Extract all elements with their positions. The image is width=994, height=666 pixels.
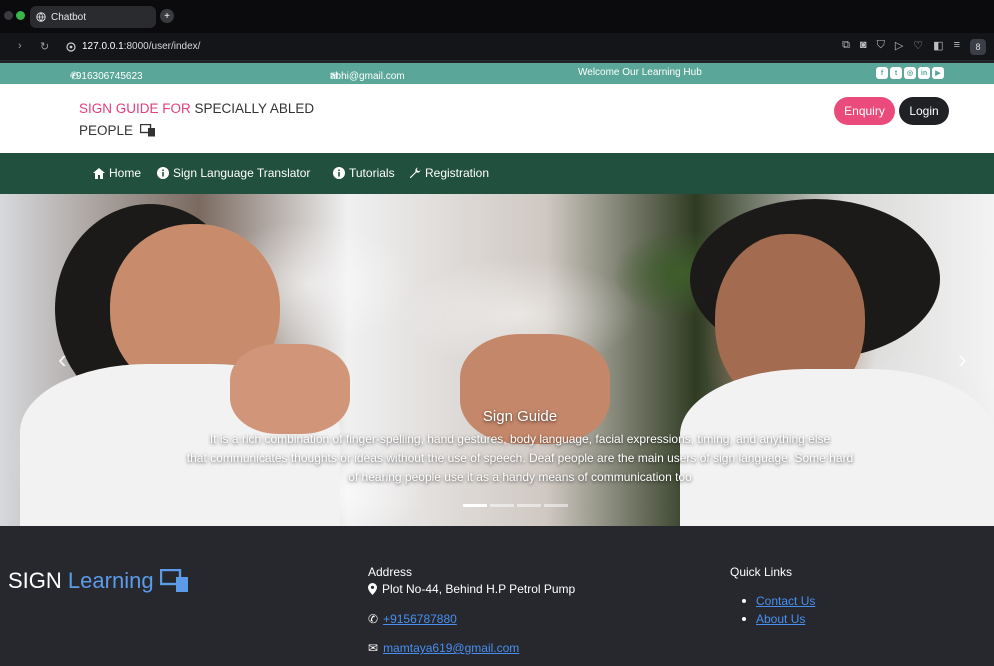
app-icon xyxy=(16,11,25,20)
site-info-icon[interactable] xyxy=(66,41,76,52)
site-brand[interactable]: SIGN GUIDE FOR SPECIALLY ABLED PEOPLE xyxy=(79,98,339,142)
contact-us-link[interactable]: Contact Us xyxy=(756,594,815,608)
carousel-indicators xyxy=(463,504,568,507)
forward-icon[interactable]: › xyxy=(18,40,22,52)
profile-avatar[interactable]: 8 xyxy=(970,39,986,55)
quick-link-item: About Us xyxy=(742,612,805,626)
facebook-icon[interactable]: f xyxy=(876,67,888,79)
url-path: :8000/user/index/ xyxy=(123,41,201,52)
about-us-link[interactable]: About Us xyxy=(756,612,805,626)
phone-number: +916306745623 xyxy=(70,71,143,82)
envelope-icon: ✉ xyxy=(368,641,379,655)
phone-icon: ✆ xyxy=(368,612,379,626)
map-marker-icon xyxy=(368,583,377,595)
caption-line: of hearing people use it as a handy mean… xyxy=(348,470,692,484)
quick-link-item: Contact Us xyxy=(742,594,815,608)
browser-tab-bar: Chatbot + xyxy=(0,0,994,33)
nav-item-label: Registration xyxy=(425,166,490,180)
main-navigation: Home Sign Language Translator Tutorials … xyxy=(0,153,994,194)
sidebar-icon[interactable]: ◧ xyxy=(933,39,943,55)
nav-item-label: Tutorials xyxy=(349,166,395,180)
hero-carousel: ‹ › Sign Guide It is a rich combination … xyxy=(0,194,994,526)
linkedin-icon[interactable]: in xyxy=(918,67,930,79)
caption-title: Sign Guide xyxy=(482,408,558,425)
address-heading: Address xyxy=(368,565,413,579)
nav-item-registration[interactable]: Registration xyxy=(409,166,489,180)
url-host: 127.0.0.1 xyxy=(82,41,124,52)
nav-item-label: Sign Language Translator xyxy=(173,166,311,180)
email-line: ✉ mamtaya619@gmail.com xyxy=(368,641,519,655)
logo-white-text: SIGN xyxy=(8,568,62,593)
nav-item-home[interactable]: Home xyxy=(93,166,141,180)
url-field[interactable]: 127.0.0.1:8000/user/index/ xyxy=(66,41,200,52)
address-bar: › ↻ 127.0.0.1:8000/user/index/ ⧉ ◙ ⛉ ▷ ♡… xyxy=(0,33,994,61)
instagram-icon[interactable]: ◎ xyxy=(904,67,916,79)
carousel-indicator[interactable] xyxy=(517,504,541,507)
phone-link[interactable]: +9156787880 xyxy=(383,612,457,626)
nav-item-label: Home xyxy=(109,166,142,180)
devices-icon xyxy=(139,123,155,137)
plus-icon[interactable]: + xyxy=(160,9,174,23)
email-link[interactable]: mamtaya619@gmail.com xyxy=(383,641,519,655)
play-icon[interactable]: ▷ xyxy=(895,39,903,55)
carousel-next-icon[interactable]: › xyxy=(958,344,967,375)
reload-icon[interactable]: ↻ xyxy=(40,40,49,53)
camera-icon[interactable]: ◙ xyxy=(860,39,867,55)
carousel-indicator[interactable] xyxy=(490,504,514,507)
logo-blue-text: Learning xyxy=(67,568,154,593)
caption-line: It is a rich combination of finger-spell… xyxy=(209,432,831,446)
info-icon xyxy=(157,167,169,179)
welcome-text: Welcome Our Learning Hub xyxy=(578,67,702,78)
carousel-prev-icon[interactable]: ‹ xyxy=(58,344,67,375)
window-control-dot[interactable] xyxy=(4,11,13,20)
tab-title: Chatbot xyxy=(51,11,87,23)
youtube-icon[interactable]: ▶ xyxy=(932,67,944,79)
globe-icon xyxy=(36,12,46,22)
menu-icon[interactable]: ≡ xyxy=(954,39,960,55)
carousel-caption: Sign Guide It is a rich combination of f… xyxy=(140,408,900,487)
site-footer: SIGN Learning Address Plot No-44, Behind… xyxy=(0,526,994,666)
nav-item-sign-language-translator[interactable]: Sign Language Translator xyxy=(157,166,310,180)
browser-toolbar: ⧉ ◙ ⛉ ▷ ♡ ◧ ≡ 8 xyxy=(842,39,986,55)
carousel-indicator[interactable] xyxy=(463,504,487,507)
top-info-bar: ✆ +916306745623 ✉ abhi@gmail.com Welcome O… xyxy=(0,63,994,84)
social-links: f t ◎ in ▶ xyxy=(876,67,944,79)
info-icon xyxy=(333,167,345,179)
email-address: abhi@gmail.com xyxy=(330,71,405,82)
site-header: SIGN GUIDE FOR SPECIALLY ABLED PEOPLE En… xyxy=(0,84,994,153)
devices-icon xyxy=(159,569,188,592)
phone-line: ✆ +9156787880 xyxy=(368,612,457,626)
home-icon xyxy=(93,167,105,179)
heart-icon[interactable]: ♡ xyxy=(913,39,923,55)
address-line: Plot No-44, Behind H.P Petrol Pump xyxy=(368,582,575,596)
caption-line: that communicates thoughts or ideas with… xyxy=(186,451,854,465)
translate-icon[interactable]: ⧉ xyxy=(842,39,850,55)
wrench-icon xyxy=(409,167,421,179)
quick-links-heading: Quick Links xyxy=(730,565,793,579)
address-text: Plot No-44, Behind H.P Petrol Pump xyxy=(382,582,576,596)
login-button[interactable]: Login xyxy=(899,97,949,125)
carousel-indicator[interactable] xyxy=(544,504,568,507)
shield-icon[interactable]: ⛉ xyxy=(877,39,885,55)
footer-logo[interactable]: SIGN Learning xyxy=(8,568,190,594)
nav-item-tutorials[interactable]: Tutorials xyxy=(333,166,395,180)
browser-tab[interactable]: Chatbot xyxy=(30,6,156,28)
brand-highlight: SIGN GUIDE FOR xyxy=(79,101,191,116)
twitter-icon[interactable]: t xyxy=(890,67,902,79)
enquiry-button[interactable]: Enquiry xyxy=(834,97,895,125)
